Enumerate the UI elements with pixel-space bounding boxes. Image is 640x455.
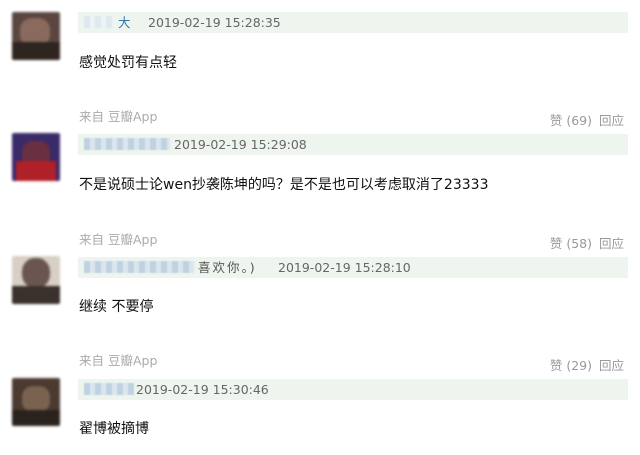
comment-actions: 赞 (29) 回应 — [550, 355, 624, 374]
comment-source: 来自 豆瓣App — [79, 232, 158, 247]
avatar[interactable] — [12, 256, 60, 304]
author-name[interactable]: 喜欢你。) — [198, 257, 257, 278]
blurred-username[interactable] — [84, 261, 194, 273]
comment-meta-bar: 2019-02-19 15:29:08 — [78, 134, 628, 155]
blurred-username[interactable] — [84, 383, 134, 395]
comment-meta-bar: 喜欢你。) 2019-02-19 15:28:10 — [78, 257, 628, 278]
comment-time: 2019-02-19 15:28:35 — [148, 15, 281, 30]
comment-source: 来自 豆瓣App — [79, 109, 158, 124]
avatar[interactable] — [12, 12, 60, 60]
like-button[interactable]: 赞 (58) — [550, 236, 592, 251]
author-name[interactable]: 大 — [118, 12, 131, 33]
like-button[interactable]: 赞 (29) — [550, 358, 592, 373]
reply-button[interactable]: 回应 — [599, 113, 624, 128]
comment-actions: 赞 (58) 回应 — [550, 233, 624, 252]
comment-text: 继续 不要停 — [79, 299, 154, 315]
like-button[interactable]: 赞 (69) — [550, 113, 592, 128]
comment-meta-bar: 2019-02-19 15:30:46 — [78, 379, 628, 400]
comment-time: 2019-02-19 15:29:08 — [174, 137, 307, 152]
reply-button[interactable]: 回应 — [599, 236, 624, 251]
comment-source: 来自 豆瓣App — [79, 353, 158, 368]
comment-time: 2019-02-19 15:28:10 — [278, 260, 411, 275]
blurred-username[interactable] — [84, 16, 114, 28]
blurred-username[interactable] — [84, 138, 170, 150]
avatar[interactable] — [12, 133, 60, 181]
comment-text: 翟博被摘博 — [79, 421, 149, 437]
comment-actions: 赞 (69) 回应 — [550, 110, 624, 129]
comment-time: 2019-02-19 15:30:46 — [136, 382, 269, 397]
comment-meta-bar: 大 2019-02-19 15:28:35 — [78, 12, 628, 33]
avatar[interactable] — [12, 378, 60, 426]
comment-text: 不是说硕士论wen抄袭陈坤的吗？是不是也可以考虑取消了23333 — [79, 177, 489, 193]
reply-button[interactable]: 回应 — [599, 358, 624, 373]
comment-text: 感觉处罚有点轻 — [79, 55, 177, 71]
